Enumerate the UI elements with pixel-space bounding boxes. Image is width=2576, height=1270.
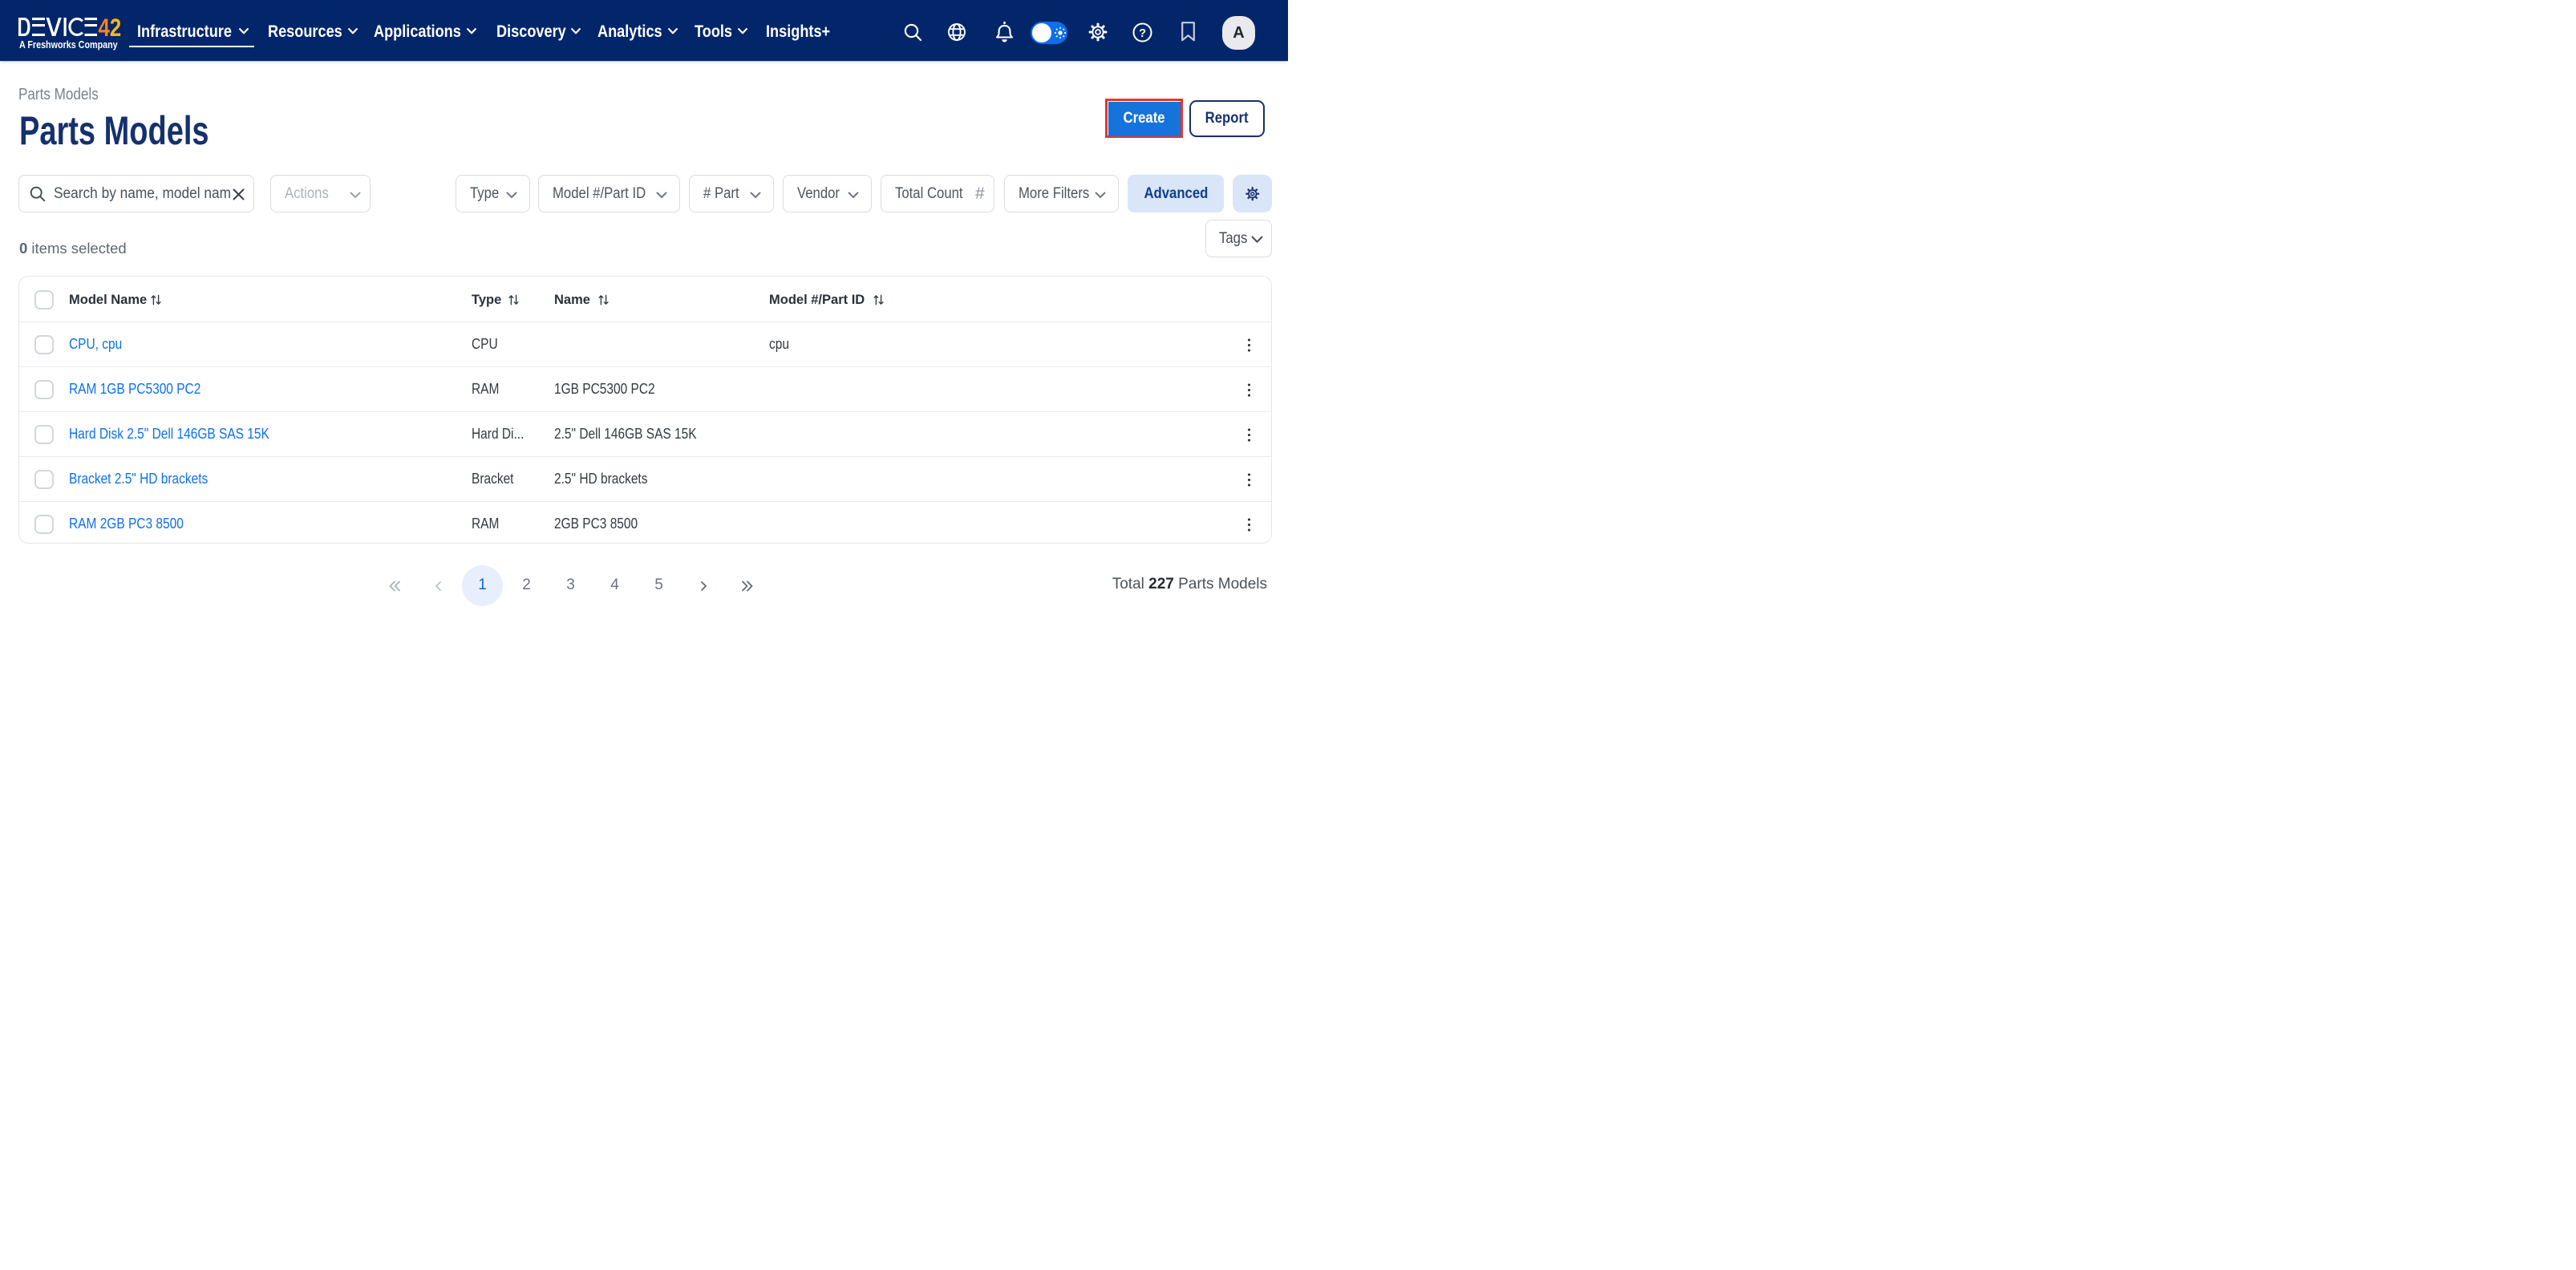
svg-text:42: 42	[99, 18, 122, 38]
svg-text:?: ?	[1139, 27, 1146, 40]
